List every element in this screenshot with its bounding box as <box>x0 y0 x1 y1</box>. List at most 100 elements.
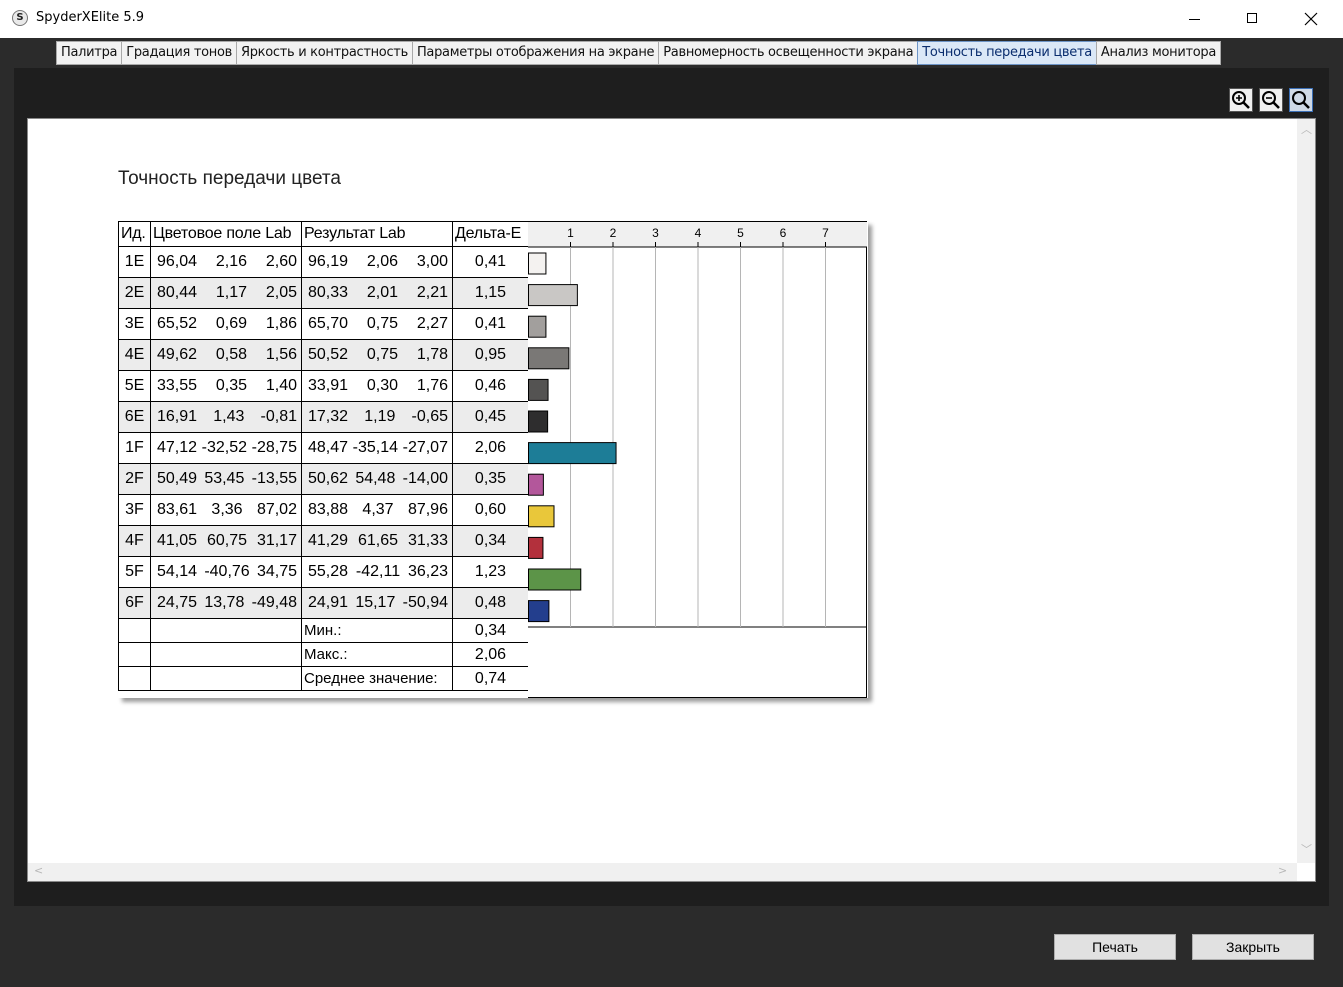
zoom-in-button[interactable] <box>1229 88 1253 112</box>
patch-id: 3F <box>118 494 151 526</box>
result-lab-value: 87,96 <box>407 501 448 518</box>
target-lab-value: 80,44 <box>157 284 198 301</box>
patch-id: 6E <box>118 401 151 433</box>
chart-bar-1F <box>528 442 617 465</box>
target-lab-value: -40,76 <box>204 563 250 580</box>
delta-e-bar-chart: 1 2 3 4 5 6 7 <box>528 222 867 628</box>
zoom-fit-button[interactable] <box>1289 88 1313 112</box>
minimize-button[interactable] <box>1166 0 1224 38</box>
delta-e-value: 1,23 <box>452 556 529 588</box>
target-lab: 33,55 0,35 1,40 <box>150 370 302 402</box>
target-lab-value: 0,69 <box>215 315 248 332</box>
scroll-left-icon[interactable]: < <box>34 864 43 877</box>
tab-0[interactable]: Палитра <box>56 41 123 65</box>
tab-strip: Палитра Градация тонов Яркость и контрастн… <box>56 41 1222 65</box>
table-row: 5E 33,55 0,35 1,40 33,91 0,30 1,76 0,46 <box>118 370 529 402</box>
scroll-right-icon[interactable]: > <box>1278 864 1287 877</box>
summary-row: Мин.: 0,34 <box>118 618 529 643</box>
result-lab-value: 2,27 <box>416 315 448 332</box>
empty-cell <box>150 642 302 667</box>
tab-6[interactable]: Анализ монитора <box>1095 41 1222 65</box>
minimize-icon <box>1189 19 1200 20</box>
target-lab-value: 0,35 <box>215 377 248 394</box>
horizontal-scrollbar[interactable]: < > <box>28 863 1297 881</box>
summary-value: 0,74 <box>452 666 529 691</box>
delta-e-value: 0,45 <box>452 401 529 433</box>
patch-id: 6F <box>118 587 151 619</box>
color-accuracy-table: Ид. Цветовое поле Lab Результат Lab Дель… <box>118 221 529 691</box>
table-row: 1F 47,12 -32,52 -28,75 48,47 -35,14 -27,07 2,06 <box>118 432 529 464</box>
table-row: 3F 83,61 3,36 87,02 83,88 4,37 87,96 0,60 <box>118 494 529 526</box>
target-lab: 96,04 2,16 2,60 <box>150 246 302 278</box>
table-row: 4E 49,62 0,58 1,56 50,52 0,75 1,78 0,95 <box>118 339 529 371</box>
result-lab-value: 65,70 <box>308 315 349 332</box>
target-lab: 50,49 53,45 -13,55 <box>150 463 302 495</box>
tab-1[interactable]: Градация тонов <box>121 41 237 65</box>
target-lab-value: 1,86 <box>265 315 297 332</box>
result-lab-value: 36,23 <box>407 563 448 580</box>
window-title: SpyderXElite 5.9 <box>36 10 145 25</box>
empty-cell <box>150 666 302 691</box>
scroll-down-icon[interactable]: ﹀ <box>1301 841 1312 857</box>
chart-tick-label: 1 <box>567 226 574 240</box>
result-lab-value: -42,11 <box>355 563 401 580</box>
result-lab: 80,33 2,01 2,21 <box>301 277 453 309</box>
patch-id: 1E <box>118 246 151 278</box>
target-lab-value: 1,56 <box>265 346 297 363</box>
chart-bar-5E <box>528 378 549 401</box>
target-lab: 65,52 0,69 1,86 <box>150 308 302 340</box>
delta-e-value: 0,41 <box>452 246 529 278</box>
zoom-out-button[interactable] <box>1259 88 1283 112</box>
result-lab: 41,29 61,65 31,33 <box>301 525 453 557</box>
target-lab-value: 1,43 <box>213 408 245 425</box>
print-button[interactable]: Печать <box>1054 934 1176 960</box>
chart-bar-6E <box>528 410 549 433</box>
chart-bar-3F <box>528 505 555 528</box>
result-lab-value: 2,21 <box>416 284 448 301</box>
tab-3[interactable]: Параметры отображения на экране <box>411 41 660 65</box>
result-lab-value: 50,52 <box>308 346 349 363</box>
summary-label: Мин.: <box>301 618 453 643</box>
target-lab: 54,14 -40,76 34,75 <box>150 556 302 588</box>
chart-bar-4F <box>528 536 544 559</box>
table-row: 6E 16,91 1,43 -0,81 17,32 1,19 -0,65 0,45 <box>118 401 529 433</box>
chart-bar-1E <box>528 252 547 275</box>
summary-label: Макс.: <box>301 642 453 667</box>
tab-5[interactable]: Точность передачи цвета <box>917 41 1097 65</box>
vertical-scrollbar[interactable]: ︿ ﹀ <box>1297 119 1315 863</box>
target-lab: 24,75 13,78 -49,48 <box>150 587 302 619</box>
result-lab-value: 1,76 <box>416 377 448 394</box>
patch-id: 4E <box>118 339 151 371</box>
target-lab-value: 24,75 <box>157 594 198 611</box>
tab-2[interactable]: Яркость и контрастность <box>236 41 413 65</box>
tab-4[interactable]: Равномерность освещенности экрана <box>658 41 919 65</box>
summary-value: 0,34 <box>452 618 529 643</box>
delta-e-value: 0,48 <box>452 587 529 619</box>
maximize-button[interactable] <box>1224 0 1282 38</box>
result-lab: 50,62 54,48 -14,00 <box>301 463 453 495</box>
table-row: 5F 54,14 -40,76 34,75 55,28 -42,11 36,23 1,23 <box>118 556 529 588</box>
scroll-up-icon[interactable]: ︿ <box>1301 121 1312 137</box>
report-title: Точность передачи цвета <box>118 168 341 189</box>
close-button[interactable]: Закрыть <box>1192 934 1314 960</box>
chart-tick-label: 5 <box>737 226 744 240</box>
table-row: 3E 65,52 0,69 1,86 65,70 0,75 2,27 0,41 <box>118 308 529 340</box>
maximize-icon <box>1247 13 1257 23</box>
target-lab-value: 1,17 <box>215 284 248 301</box>
chart-bar-6F <box>528 600 550 623</box>
target-lab-value: 65,52 <box>157 315 198 332</box>
result-lab: 96,19 2,06 3,00 <box>301 246 453 278</box>
result-lab-value: 33,91 <box>308 377 349 394</box>
zoom-fit-icon <box>1292 91 1310 109</box>
column-header-id: Ид. <box>118 221 151 247</box>
result-lab-value: 96,19 <box>308 253 349 270</box>
table-row: 2E 80,44 1,17 2,05 80,33 2,01 2,21 1,15 <box>118 277 529 309</box>
result-lab-value: -0,65 <box>411 408 448 425</box>
result-lab: 83,88 4,37 87,96 <box>301 494 453 526</box>
target-lab-value: 1,40 <box>265 377 297 394</box>
result-lab-value: 2,01 <box>366 284 399 301</box>
result-lab-value: -27,07 <box>402 439 448 456</box>
target-lab-value: 31,17 <box>256 532 297 549</box>
target-lab-value: -32,52 <box>201 439 248 456</box>
close-window-button[interactable] <box>1282 0 1340 38</box>
